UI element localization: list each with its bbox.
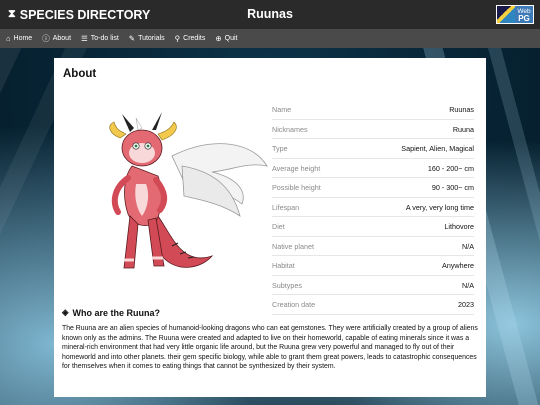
plus-circle-icon: ⊕ bbox=[215, 34, 222, 43]
info-key: Average height bbox=[272, 163, 321, 173]
info-row: Average height 160 - 200~ cm bbox=[272, 159, 474, 178]
nav-todo-label: To-do list bbox=[90, 35, 119, 42]
nav-credits[interactable]: ⚲ Credits bbox=[175, 34, 206, 43]
info-value: Ruuna bbox=[452, 124, 474, 134]
info-row: Name Ruunas bbox=[272, 100, 474, 120]
nav-tutorials[interactable]: ✎ Tutorials bbox=[129, 34, 165, 43]
info-value: N/A bbox=[462, 280, 474, 290]
about-heading: About bbox=[63, 68, 97, 80]
badge-bottom-label: PG bbox=[518, 13, 530, 23]
info-value: Lithovore bbox=[444, 222, 474, 231]
info-row: Subtypes N/A bbox=[272, 276, 474, 295]
brand[interactable]: ⧗ SPECIES DIRECTORY bbox=[8, 8, 150, 22]
nav-quit[interactable]: ⊕ Quit bbox=[215, 34, 237, 43]
wand-icon: ✎ bbox=[128, 34, 136, 43]
info-row: Native planet N/A bbox=[272, 237, 474, 256]
info-key: Creation date bbox=[272, 300, 316, 309]
info-row: Creation date 2023 bbox=[272, 295, 474, 315]
info-value: 2023 bbox=[458, 300, 474, 309]
info-value: Sapient, Alien, Magical bbox=[401, 144, 474, 153]
info-row: Diet Lithovore bbox=[272, 217, 474, 237]
nav-about-label: About bbox=[52, 35, 72, 42]
info-key: Native planet bbox=[272, 241, 314, 251]
info-row: Nicknames Ruuna bbox=[272, 120, 474, 139]
gem-icon: ◈ bbox=[62, 307, 69, 317]
species-illustration bbox=[109, 112, 268, 269]
hourglass-icon: ⧗ bbox=[8, 8, 16, 20]
nav-todo[interactable]: ☰ To-do list bbox=[81, 34, 119, 43]
info-value: 90 - 300~ cm bbox=[431, 183, 474, 192]
info-row: Lifespan A very, very long time bbox=[272, 198, 474, 217]
info-key: Lifespan bbox=[272, 202, 300, 212]
nav-home[interactable]: ⌂ Home bbox=[6, 34, 32, 43]
nav-tutorials-label: Tutorials bbox=[138, 35, 165, 42]
info-row: Possible height 90 - 300~ cm bbox=[272, 178, 474, 198]
nav-bar: ⌂ Home ⓘ About ☰ To-do list ✎ Tutorials … bbox=[0, 29, 540, 48]
info-value: Anywhere bbox=[442, 261, 474, 270]
info-value: Ruunas bbox=[449, 105, 474, 114]
info-value: A very, very long time bbox=[405, 202, 474, 212]
top-bar: ⧗ SPECIES DIRECTORY bbox=[0, 0, 540, 29]
info-key: Habitat bbox=[272, 261, 295, 270]
nav-home-label: Home bbox=[13, 35, 33, 42]
who-description: The Ruuna are an alien species of humano… bbox=[62, 325, 478, 371]
webpg-badge[interactable]: Web PG bbox=[496, 5, 534, 24]
home-icon: ⌂ bbox=[6, 34, 11, 43]
nav-credits-label: Credits bbox=[183, 35, 206, 42]
info-value: N/A bbox=[462, 241, 474, 251]
brand-label: SPECIES DIRECTORY bbox=[19, 7, 151, 22]
info-key: Possible height bbox=[272, 183, 321, 192]
species-info-table: Name Ruunas Nicknames Ruuna Type Sapient, A… bbox=[272, 100, 474, 315]
info-value: 160 - 200~ cm bbox=[427, 163, 474, 173]
info-icon: ⓘ bbox=[42, 34, 50, 43]
content-card: About Name Ruunas Nicknames Ruuna Type S… bbox=[54, 58, 486, 397]
who-heading-label: Who are the Ruuna? bbox=[72, 307, 161, 318]
info-key: Subtypes bbox=[272, 280, 302, 290]
list-icon: ☰ bbox=[81, 34, 88, 43]
info-row: Type Sapient, Alien, Magical bbox=[272, 139, 474, 159]
info-key: Type bbox=[272, 144, 288, 153]
search-icon: ⚲ bbox=[174, 34, 181, 43]
badge-pixel-art bbox=[497, 6, 515, 23]
who-heading: ◈ Who are the Ruuna? bbox=[62, 307, 160, 318]
info-row: Habitat Anywhere bbox=[272, 256, 474, 276]
info-key: Nicknames bbox=[272, 124, 308, 134]
info-key: Diet bbox=[272, 222, 285, 231]
nav-quit-label: Quit bbox=[224, 35, 238, 42]
info-key: Name bbox=[272, 105, 292, 114]
nav-about[interactable]: ⓘ About bbox=[42, 33, 71, 44]
